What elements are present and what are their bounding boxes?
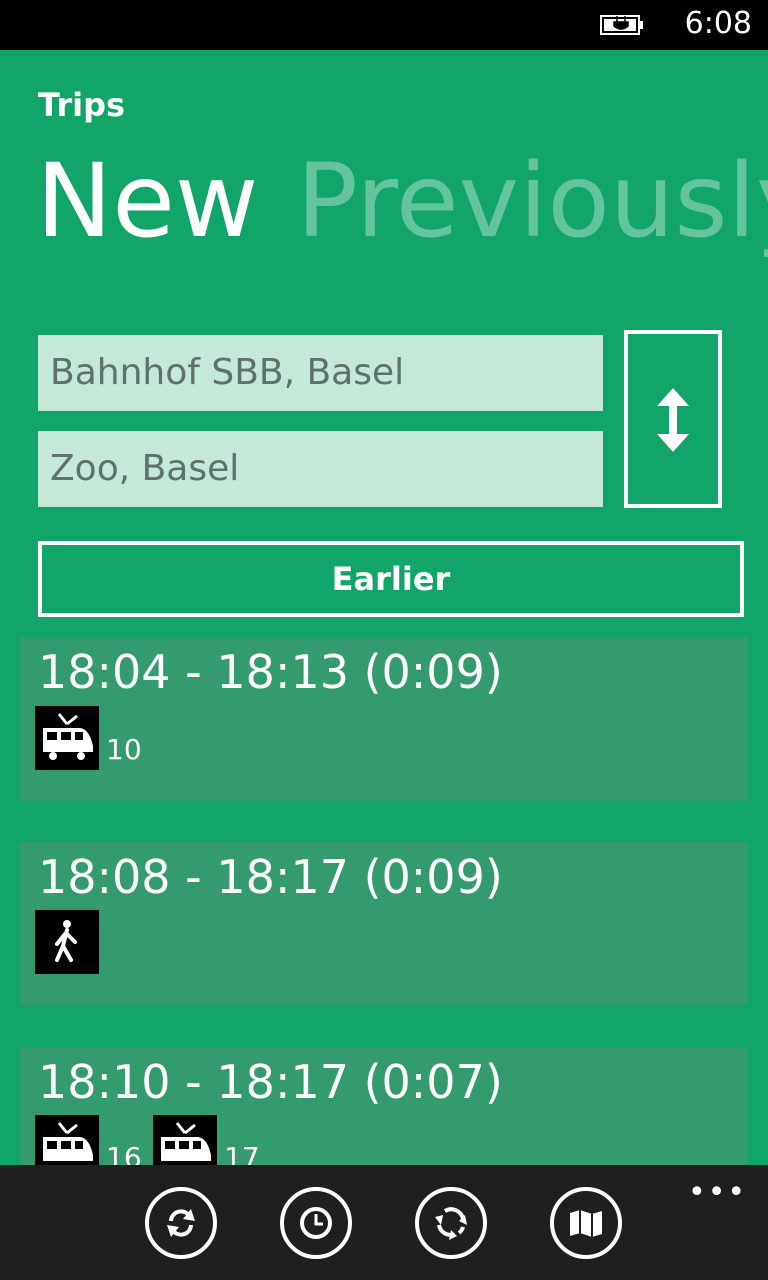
trip-times: 18:08 - 18:17 (0:09) [38,850,503,904]
swap-vertical-icon [657,388,689,452]
clock: 6:08 [684,6,752,41]
time-button[interactable] [280,1187,352,1259]
more-button[interactable]: ••• [688,1175,747,1210]
refresh-button[interactable] [145,1187,217,1259]
leg-line-number: 10 [106,733,142,766]
map-icon [570,1210,602,1237]
tram-icon [35,706,99,770]
sync-icon [435,1207,467,1240]
trip-card-2[interactable]: 18:08 - 18:17 (0:09) [20,842,748,1005]
pivot-header: New Previously [36,142,768,262]
trip-card-1[interactable]: 18:04 - 18:13 (0:09) 10 [20,637,748,801]
pivot-tab-new[interactable]: New [36,142,258,261]
sync-button[interactable] [415,1187,487,1259]
refresh-icon [167,1209,195,1237]
earlier-button[interactable]: Earlier [38,541,744,617]
map-button[interactable] [550,1187,622,1259]
app-title: Trips [38,86,126,124]
app-bar: ••• [0,1165,768,1280]
walk-icon [35,910,99,974]
to-input[interactable]: Zoo, Basel [38,431,603,507]
battery-charging-icon [600,15,643,35]
pivot-tab-previously[interactable]: Previously [296,142,768,261]
trip-times: 18:10 - 18:17 (0:07) [38,1055,503,1109]
from-input[interactable]: Bahnhof SBB, Basel [38,335,603,411]
status-bar: 6:08 [0,0,768,50]
trip-times: 18:04 - 18:13 (0:09) [38,645,503,699]
trip-card-3[interactable]: 18:10 - 18:17 (0:07) 16 17 [20,1047,748,1179]
swap-button[interactable] [624,330,722,508]
clock-icon [300,1207,332,1239]
